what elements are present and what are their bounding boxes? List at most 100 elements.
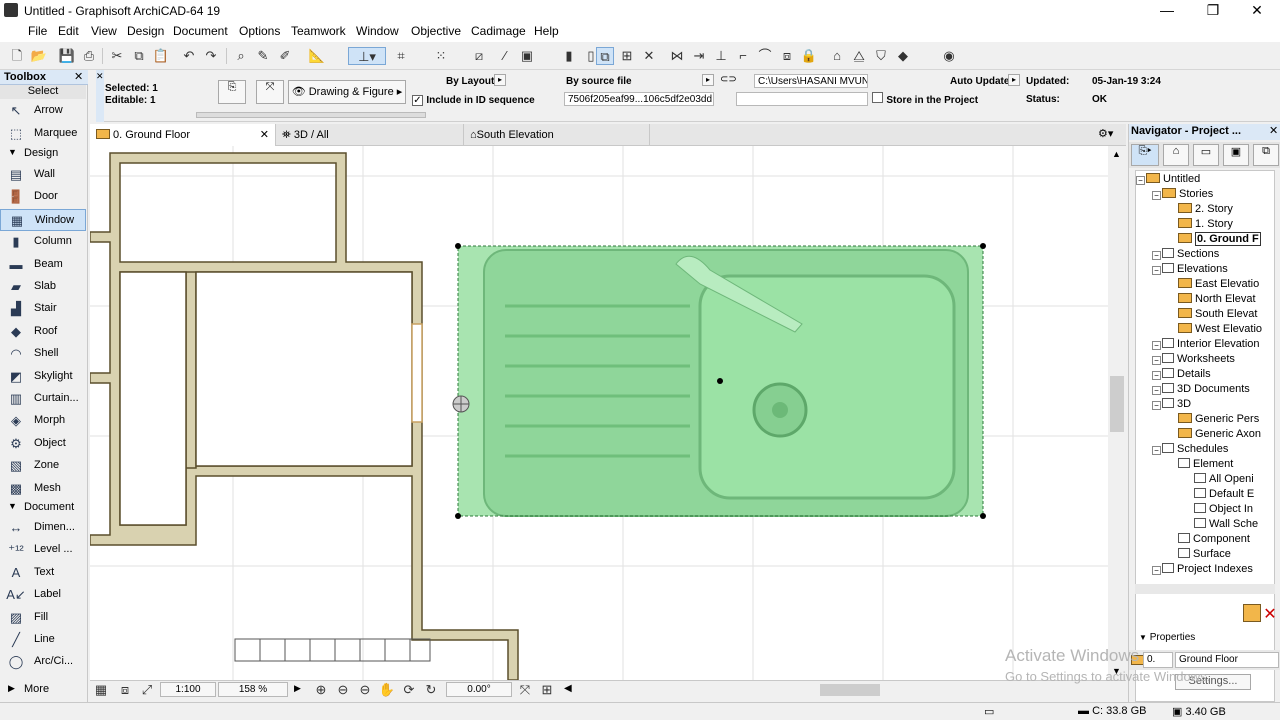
scroll-left-icon[interactable]: ◀ — [564, 683, 572, 694]
auto-update-dropdown[interactable]: ▸ — [1008, 74, 1020, 86]
tool-morph[interactable]: ◈ Morph — [0, 410, 86, 432]
copy-icon[interactable]: ⧉ — [130, 47, 148, 65]
tree-item[interactable]: East Elevatio — [1178, 278, 1259, 290]
path-secondary-field[interactable] — [736, 92, 868, 106]
view-map-icon[interactable]: ⌂ — [1163, 144, 1189, 166]
tool-object[interactable]: ⚙ Object — [0, 433, 86, 455]
menu-objective[interactable]: Objective — [411, 24, 461, 38]
zoom-icon[interactable]: ⊖ — [356, 681, 374, 699]
lock-icon[interactable]: 🔒 — [800, 47, 818, 65]
move-icon[interactable]: ⤧ — [256, 80, 284, 104]
zoom-area-icon[interactable]: ⧈ — [116, 681, 134, 699]
orientation-icon[interactable]: ↻ — [422, 681, 440, 699]
pan-icon[interactable]: ✋ — [378, 681, 396, 699]
tree-expander-icon[interactable]: − — [1152, 371, 1161, 380]
organizer-icon[interactable]: ⧉ — [1253, 144, 1279, 166]
tab-3d-all[interactable]: ⛯ 3D / All — [276, 124, 464, 146]
3d-cube-icon[interactable]: ▣ — [518, 47, 536, 65]
source-dropdown[interactable]: ▸ — [702, 74, 714, 86]
elevation-view-icon[interactable]: ⌂ — [828, 47, 846, 65]
tool-column[interactable]: ▮ Column — [0, 231, 86, 253]
menu-help[interactable]: Help — [534, 24, 559, 38]
show-selection-icon[interactable]: ⧉ — [596, 47, 614, 65]
tree-expander-icon[interactable]: − — [1152, 356, 1161, 365]
tree-item[interactable]: Schedules — [1162, 443, 1228, 455]
tree-item[interactable]: Component — [1178, 533, 1250, 545]
project-map-icon[interactable]: ⎘▸ — [1131, 144, 1159, 166]
menu-file[interactable]: File — [28, 24, 47, 38]
vertical-scrollbar[interactable]: ▲ ▼ — [1108, 146, 1126, 680]
design-section[interactable]: ▼ Design — [0, 146, 86, 162]
tree-hscroll[interactable] — [1135, 584, 1275, 594]
marquee-area-icon[interactable]: ⊞ — [618, 47, 636, 65]
tool-wall[interactable]: ▤ Wall — [0, 164, 86, 186]
gravity-icon[interactable]: ⊥▾ — [348, 47, 386, 65]
section-view-icon[interactable]: ⧋ — [850, 47, 868, 65]
layer-icon[interactable]: ⧄ — [470, 47, 488, 65]
view-layer-icon[interactable]: ▦ — [92, 681, 110, 699]
tool-shell[interactable]: ◠ Shell — [0, 343, 86, 365]
render-icon[interactable]: ◆ — [894, 47, 912, 65]
tool-curtain[interactable]: ▥ Curtain... — [0, 388, 86, 410]
tree-item[interactable]: 0. Ground F — [1178, 232, 1261, 246]
fit-window-icon[interactable]: ⤢ — [138, 681, 156, 699]
zoom-out-icon[interactable]: ⊖ — [334, 681, 352, 699]
tool-arrow[interactable]: ↖ Arrow — [0, 100, 86, 122]
tree-item[interactable]: North Elevat — [1178, 293, 1256, 305]
tree-expander-icon[interactable]: − — [1152, 446, 1161, 455]
curve-icon[interactable]: ⌒ — [756, 47, 774, 65]
syringe-icon[interactable]: ✐ — [276, 47, 294, 65]
tool-door[interactable]: 🚪 Door — [0, 186, 86, 208]
tool-level[interactable]: ⁺¹² Level ... — [0, 539, 86, 561]
tree-item[interactable]: South Elevat — [1178, 308, 1257, 320]
tree-item[interactable]: Elevations — [1162, 263, 1228, 275]
menu-options[interactable]: Options — [239, 24, 280, 38]
tree-expander-icon[interactable]: − — [1152, 266, 1161, 275]
tree-item[interactable]: Untitled — [1146, 173, 1200, 185]
tree-item[interactable]: Generic Pers — [1178, 413, 1259, 425]
guide-line-icon[interactable]: 📐 — [308, 47, 326, 65]
tree-expander-icon[interactable]: − — [1136, 176, 1145, 185]
zoom-previous-icon[interactable]: ⊞ — [538, 681, 556, 699]
tool-slab[interactable]: ▰ Slab — [0, 276, 86, 298]
tool-roof[interactable]: ◆ Roof — [0, 321, 86, 343]
eyedropper-icon[interactable]: ✎ — [254, 47, 272, 65]
tree-expander-icon[interactable]: − — [1152, 191, 1161, 200]
tab-ground-floor[interactable]: 0. Ground Floor ✕ — [90, 124, 276, 146]
zoom-field[interactable]: 158 % — [218, 682, 288, 697]
tool-arcci[interactable]: ◯ Arc/Ci... — [0, 651, 86, 673]
tree-item[interactable]: Element — [1178, 458, 1233, 470]
restore-button[interactable]: ❐ — [1190, 0, 1236, 22]
tool-beam[interactable]: ▬ Beam — [0, 254, 86, 276]
find-select-icon[interactable]: ⌕ — [232, 47, 250, 65]
rotate-view-icon[interactable]: ⟳ — [400, 681, 418, 699]
window-icon[interactable]: ▭ — [984, 705, 994, 718]
new-file-icon[interactable]: 🗋 — [8, 47, 26, 65]
zoom-dropdown[interactable]: ▶ — [294, 683, 301, 694]
menu-document[interactable]: Document — [173, 24, 228, 38]
horizontal-scroll-thumb[interactable] — [820, 684, 880, 696]
tool-stair[interactable]: ▟ Stair — [0, 298, 86, 320]
tree-item[interactable]: 3D Documents — [1162, 383, 1250, 395]
pen-icon[interactable]: ∕ — [496, 47, 514, 65]
cut-icon[interactable]: ✂ — [108, 47, 126, 65]
tree-item[interactable]: Interior Elevation — [1162, 338, 1260, 350]
open-file-icon[interactable]: 📂 — [30, 47, 48, 65]
tool-fill[interactable]: ▨ Fill — [0, 607, 86, 629]
angle-field[interactable]: 0.00° — [446, 682, 512, 697]
intersect-icon[interactable]: ⊥ — [712, 47, 730, 65]
new-folder-icon[interactable] — [1243, 604, 1261, 622]
properties-header[interactable]: ▼ Properties — [1139, 632, 1195, 643]
fillet-icon[interactable]: ⌐ — [734, 47, 752, 65]
offset-icon[interactable]: ⧈ — [778, 47, 796, 65]
tree-item[interactable]: Generic Axon — [1178, 428, 1261, 440]
tree-item[interactable]: All Openi — [1194, 473, 1254, 485]
story-id-field[interactable]: 0. — [1143, 652, 1173, 668]
floor-plan-canvas[interactable] — [90, 146, 1108, 680]
tree-item[interactable]: Sections — [1162, 248, 1219, 260]
tree-item[interactable]: Surface — [1178, 548, 1231, 560]
tool-label[interactable]: A↙ Label — [0, 584, 86, 606]
filter-icon[interactable]: ⛉ — [872, 47, 890, 65]
save-icon[interactable]: 💾 — [58, 47, 76, 65]
scale-field[interactable]: 1:100 — [160, 682, 216, 697]
